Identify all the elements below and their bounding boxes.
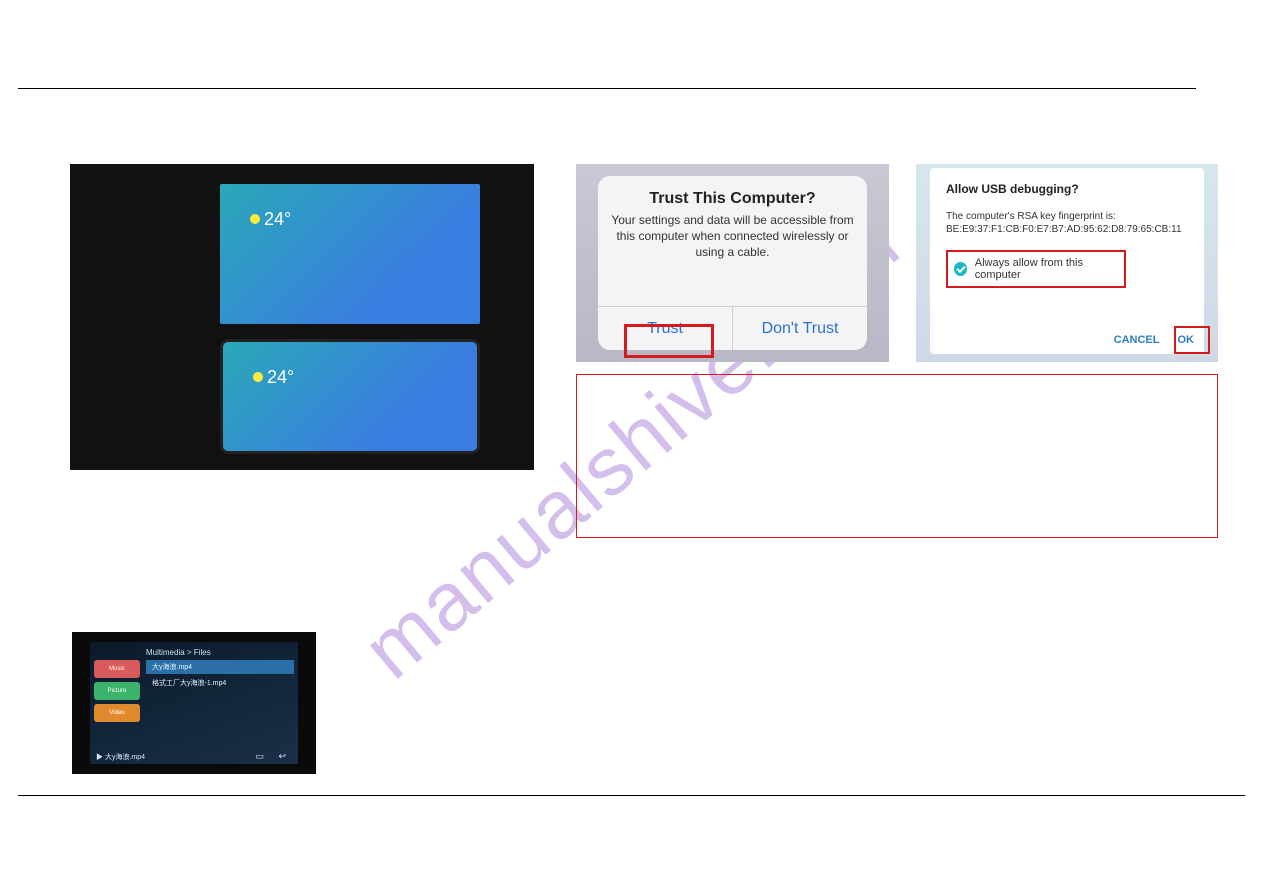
sun-icon — [253, 372, 263, 382]
instruction-box — [576, 374, 1218, 538]
trust-body: Your settings and data will be accessibl… — [610, 212, 855, 261]
trust-title: Trust This Computer? — [649, 190, 815, 208]
photo-usb-debug-dialog: Allow USB debugging? The computer's RSA … — [916, 164, 1218, 362]
cancel-button[interactable]: CANCEL — [1114, 334, 1160, 346]
usb-checkbox-label: Always allow from this computer — [975, 257, 1118, 281]
breadcrumb: Multimedia > Files — [146, 648, 211, 657]
sidebar-item-music[interactable]: Music — [94, 660, 140, 678]
phone-screen: 24° — [220, 339, 480, 454]
footer-icons: ▭ ↩ — [255, 751, 292, 762]
divider-top — [18, 88, 1196, 89]
now-playing: ▶ 大y海浪.mp4 — [96, 752, 145, 762]
usb-always-allow-row[interactable]: Always allow from this computer — [946, 250, 1126, 288]
divider-bottom — [18, 795, 1245, 796]
photo-car-phone-mirror: 24° 24° — [70, 164, 534, 470]
check-icon — [954, 262, 967, 276]
dont-trust-button[interactable]: Don't Trust — [733, 307, 867, 350]
headunit-screen: 24° — [220, 184, 480, 324]
temp-bottom: 24° — [267, 367, 294, 388]
usb-fingerprint: BE:E9:37:F1:CB:F0:E7:B7:AD:95:62:D8:79:6… — [946, 223, 1188, 236]
sidebar: Music Picture Video — [94, 660, 140, 722]
temp-top: 24° — [264, 209, 291, 230]
multimedia-screen: Multimedia > Files Music Picture Video 大… — [90, 642, 298, 764]
photo-trust-dialog: Trust This Computer? Your settings and d… — [576, 164, 889, 362]
highlight-box-ok — [1174, 326, 1210, 354]
usb-fingerprint-label: The computer's RSA key fingerprint is: — [946, 210, 1188, 223]
sidebar-item-picture[interactable]: Picture — [94, 682, 140, 700]
file-row[interactable]: 格式工厂大y海浪-1.mp4 — [146, 676, 294, 690]
photo-multimedia-files: Multimedia > Files Music Picture Video 大… — [72, 632, 316, 774]
sun-icon — [250, 214, 260, 224]
usb-title: Allow USB debugging? — [946, 182, 1188, 196]
highlight-box-trust — [624, 324, 714, 358]
file-row[interactable]: 大y海浪.mp4 — [146, 660, 294, 674]
sidebar-item-video[interactable]: Video — [94, 704, 140, 722]
usb-dialog: Allow USB debugging? The computer's RSA … — [930, 168, 1204, 354]
